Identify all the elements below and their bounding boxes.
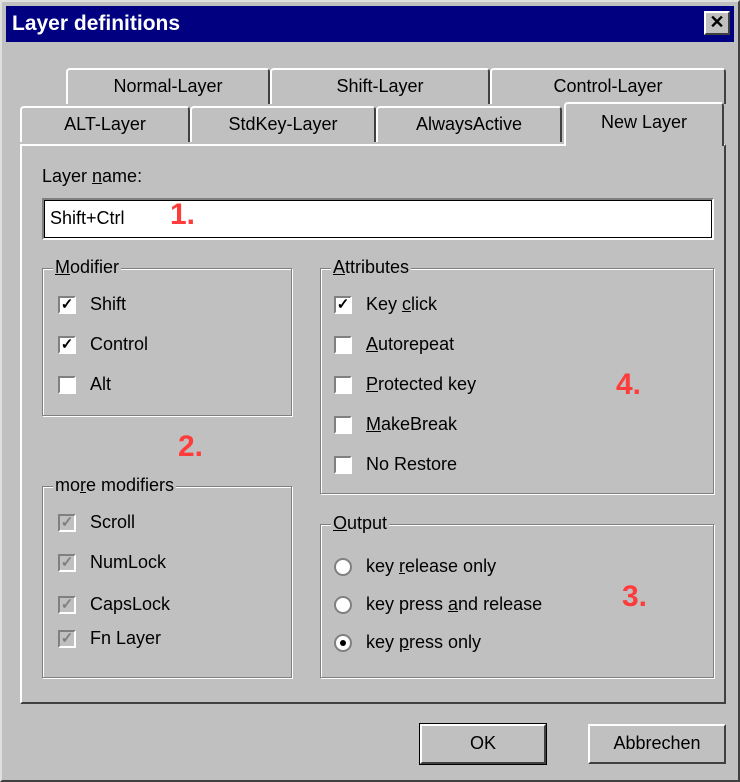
no-restore-checkbox[interactable] <box>334 456 352 474</box>
tab-alwaysactive[interactable]: AlwaysActive <box>376 106 562 142</box>
autorepeat-checkbox[interactable] <box>334 336 352 354</box>
capslock-checkbox[interactable]: ✓ <box>58 596 76 614</box>
modifier-group: Modifier <box>42 257 292 416</box>
protected-key-checkbox[interactable] <box>334 376 352 394</box>
shift-checkbox[interactable]: ✓ <box>58 296 76 314</box>
no-restore-label: No Restore <box>366 454 458 474</box>
key-press-only-label: key press only <box>366 632 482 652</box>
shift-label: Shift <box>90 294 127 314</box>
ok-button[interactable]: OK <box>419 723 547 765</box>
numlock-label: NumLock <box>90 552 167 572</box>
output-group-label: Output <box>331 513 390 534</box>
capslock-label: CapsLock <box>90 594 171 614</box>
scroll-checkbox[interactable]: ✓ <box>58 514 76 532</box>
control-checkbox[interactable]: ✓ <box>58 336 76 354</box>
key-press-only-radio[interactable] <box>334 634 352 652</box>
scroll-label: Scroll <box>90 512 136 532</box>
key-release-only-radio[interactable] <box>334 558 352 576</box>
modifier-group-label: Modifier <box>53 257 122 278</box>
makebreak-checkbox[interactable] <box>334 416 352 434</box>
close-button[interactable]: ✕ <box>704 11 730 35</box>
tab-alt-layer[interactable]: ALT-Layer <box>20 106 190 142</box>
layer-name-label: Layer name: <box>42 166 143 186</box>
dialog-window: Layer definitions ✕ Normal-Layer Shift-L… <box>0 0 740 782</box>
more-modifiers-label: more modifiers <box>53 475 177 496</box>
more-modifiers-group: more modifiers <box>42 475 292 678</box>
alt-checkbox[interactable] <box>58 376 76 394</box>
alt-label: Alt <box>90 374 112 394</box>
annotation-2: 2. <box>178 430 204 463</box>
makebreak-label: MakeBreak <box>366 414 458 434</box>
autorepeat-label: Autorepeat <box>366 334 455 354</box>
numlock-checkbox[interactable]: ✓ <box>58 554 76 572</box>
tab-normal-layer[interactable]: Normal-Layer <box>66 68 270 104</box>
tab-stdkey-layer[interactable]: StdKey-Layer <box>190 106 376 142</box>
title-bar[interactable]: Layer definitions ✕ <box>6 6 734 42</box>
key-press-and-release-label: key press and release <box>366 594 543 614</box>
fn-layer-label: Fn Layer <box>90 628 162 648</box>
annotation-3: 3. <box>622 580 648 613</box>
protected-key-label: Protected key <box>366 374 477 394</box>
fn-layer-checkbox[interactable]: ✓ <box>58 630 76 648</box>
annotation-1: 1. <box>170 198 196 231</box>
layer-name-input[interactable]: Shift+Ctrl <box>42 198 714 240</box>
window-title: Layer definitions <box>12 12 181 35</box>
key-release-only-label: key release only <box>366 556 497 576</box>
control-label: Control <box>90 334 149 354</box>
annotation-4: 4. <box>616 368 642 401</box>
attributes-group-label: Attributes <box>331 257 412 278</box>
key-press-and-release-radio[interactable] <box>334 596 352 614</box>
abbrechen-button[interactable]: Abbrechen <box>588 724 726 764</box>
tab-new-layer[interactable]: New Layer <box>564 102 724 146</box>
key-click-checkbox[interactable]: ✓ <box>334 296 352 314</box>
tab-control-layer[interactable]: Control-Layer <box>490 68 726 104</box>
key-click-label: Key click <box>366 294 438 314</box>
tab-shift-layer[interactable]: Shift-Layer <box>270 68 490 104</box>
